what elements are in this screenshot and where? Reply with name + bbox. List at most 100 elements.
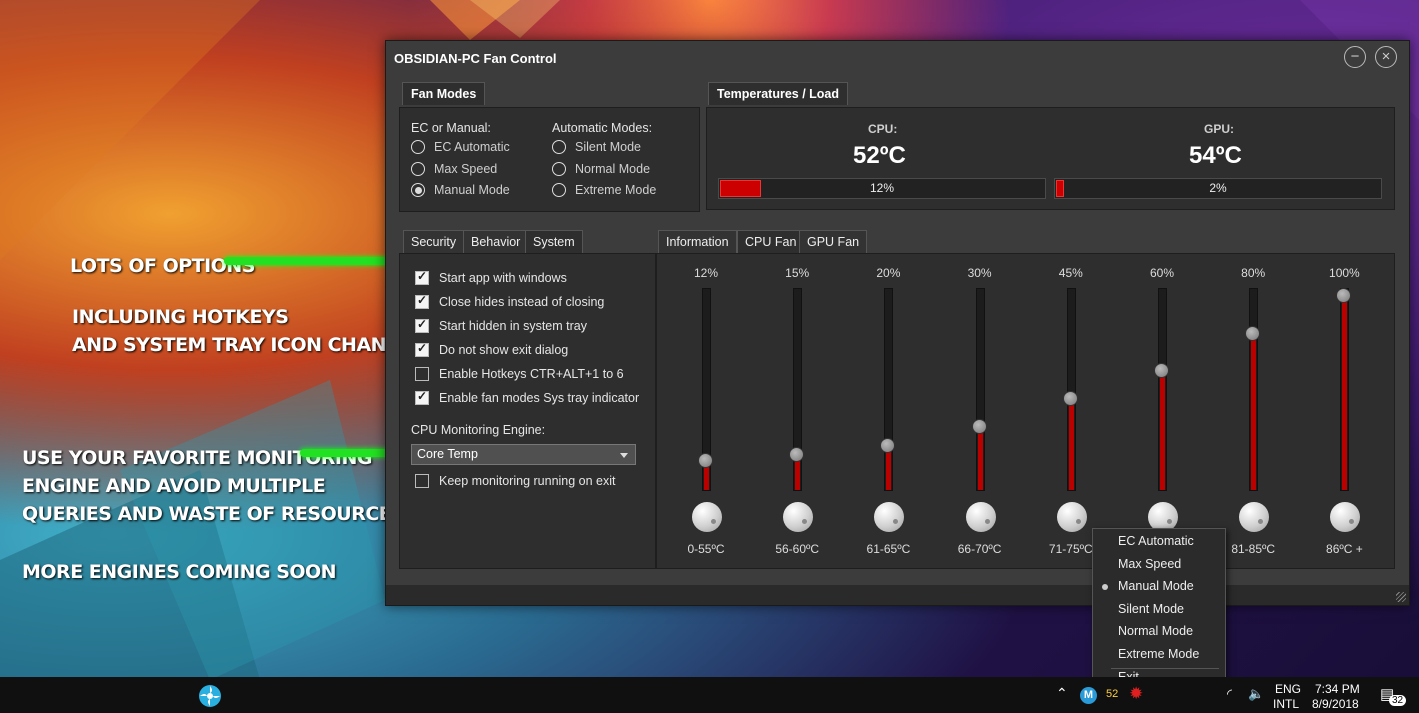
temperature-knob[interactable] <box>1330 502 1361 532</box>
notification-count-badge: 32 <box>1389 695 1407 706</box>
radio-circle-icon <box>552 183 566 197</box>
fan-speed-slider-fill <box>1068 398 1074 490</box>
checkbox-icon <box>415 269 429 285</box>
fan-speed-slider-thumb[interactable] <box>1154 363 1169 378</box>
fan-speed-percent: 20% <box>876 266 901 280</box>
radio-circle-icon <box>552 161 566 176</box>
auto-radio-normal-mode[interactable]: Normal Mode <box>552 161 650 176</box>
temperature-knob[interactable] <box>783 502 814 532</box>
cpu-load-bar: 12% <box>718 178 1046 199</box>
fan-app-icon[interactable] <box>198 684 222 708</box>
checkbox-close-hides-instead-of-closing[interactable]: Close hides instead of closing <box>415 293 604 309</box>
cpu-fan-curve-panel: 12% 0-55ºC 15% 56-60ºC 20% 61-65ºC 30% 66-70ºC 4… <box>656 253 1395 569</box>
cpu-label: CPU: <box>868 122 898 136</box>
fan-speed-slider-track[interactable] <box>1340 288 1350 491</box>
language-layout[interactable]: INTL <box>1273 697 1299 711</box>
temperatures-header: Temperatures / Load <box>708 82 849 105</box>
checkbox-start-app-with-windows[interactable]: Start app with windows <box>415 269 567 285</box>
temperature-knob[interactable] <box>874 502 905 532</box>
close-button[interactable]: × <box>1375 46 1397 68</box>
fan-modes-header: Fan Modes <box>402 82 486 105</box>
checkbox-label: Enable fan modes Sys tray indicator <box>439 391 640 405</box>
selected-bullet-icon <box>1102 584 1108 591</box>
auto-radio-silent-mode[interactable]: Silent Mode <box>552 140 641 154</box>
fan-speed-slider-thumb[interactable] <box>971 419 987 435</box>
temperature-range-label: 56-60ºC <box>775 542 820 556</box>
window-title: OBSIDIAN-PC Fan Control <box>394 51 557 66</box>
cpu-monitoring-engine-value: Core Temp <box>417 447 478 461</box>
checkbox-enable-hotkeys-ctr-alt-1-to-6[interactable]: Enable Hotkeys CTR+ALT+1 to 6 <box>415 367 624 381</box>
ec-radio-ec-automatic[interactable]: EC Automatic <box>411 140 510 154</box>
wifi-icon[interactable]: ◜ <box>1227 686 1232 702</box>
fan-speed-slider-track[interactable] <box>884 288 894 491</box>
chevron-down-icon <box>620 453 628 458</box>
fan-speed-percent: 45% <box>1058 266 1083 280</box>
radio-circle-icon <box>552 140 566 154</box>
gear-icon[interactable]: ✹ <box>1129 684 1143 704</box>
fan-speed-slider-track[interactable] <box>1066 288 1076 491</box>
callout-options-line-3: and system tray icon change <box>72 334 414 356</box>
language-code[interactable]: ENG <box>1275 682 1301 696</box>
radio-circle-icon <box>411 161 425 176</box>
checkbox-start-hidden-in-system-tray[interactable]: Start hidden in system tray <box>415 317 587 333</box>
temperature-knob[interactable] <box>692 502 722 532</box>
keep-monitoring-checkbox[interactable]: Keep monitoring running on exit <box>415 474 616 488</box>
temperature-knob[interactable] <box>965 502 996 532</box>
callout-engine-line-4: More engines coming soon <box>22 561 337 583</box>
context-menu-silent-mode[interactable]: Silent Mode <box>1118 602 1184 616</box>
ec-radio-manual-mode[interactable]: Manual Mode <box>411 183 510 197</box>
context-menu-extreme-mode[interactable]: Extreme Mode <box>1118 647 1199 661</box>
callout-engine-line-3: queries and waste of resources <box>22 503 405 525</box>
temperature-knob[interactable] <box>1056 502 1087 532</box>
fan-speed-percent: 60% <box>1149 266 1175 280</box>
checkbox-label: Enable Hotkeys CTR+ALT+1 to 6 <box>439 367 624 381</box>
clock-time[interactable]: 7:34 PM <box>1315 682 1360 696</box>
temperatures-panel: CPU: 52ºC 12% GPU: 54ºC 2% <box>706 107 1395 210</box>
checkbox-do-not-show-exit-dialog[interactable]: Do not show exit dialog <box>415 341 569 357</box>
green-pointer-line-options <box>224 257 409 265</box>
tab-behavior[interactable]: Behavior <box>463 230 529 253</box>
ec-or-manual-label: EC or Manual: <box>411 121 491 135</box>
volume-icon[interactable]: 🔈 <box>1248 686 1264 702</box>
automatic-modes-label: Automatic Modes: <box>552 121 653 135</box>
tab-information[interactable]: Information <box>658 230 737 253</box>
system-settings-panel: Start app with windows Close hides instea… <box>399 253 656 569</box>
checkbox-icon <box>415 474 429 488</box>
fan-speed-slider-thumb[interactable] <box>1245 325 1261 341</box>
context-menu-manual-mode[interactable]: Manual Mode <box>1118 579 1194 593</box>
tab-gpu-fan[interactable]: GPU Fan <box>799 230 868 253</box>
context-menu-max-speed[interactable]: Max Speed <box>1118 557 1181 571</box>
fan-speed-slider-track[interactable] <box>1249 288 1259 491</box>
gpu-load-bar: 2% <box>1054 178 1382 199</box>
gpu-temp-value: 54ºC <box>1189 142 1242 169</box>
fan-speed-slider-thumb[interactable] <box>1062 391 1078 407</box>
minimize-button[interactable]: − <box>1344 46 1366 68</box>
tab-system[interactable]: System <box>525 230 583 255</box>
fan-speed-slider-thumb[interactable] <box>698 453 713 468</box>
tray-m-icon[interactable]: M <box>1080 687 1097 704</box>
fan-speed-slider-track[interactable] <box>1158 288 1167 491</box>
tray-temp-indicator[interactable]: 52 <box>1106 688 1118 700</box>
ec-radio-max-speed[interactable]: Max Speed <box>411 161 497 176</box>
cpu-monitoring-engine-select[interactable]: Core Temp <box>411 444 636 465</box>
fan-speed-percent: 30% <box>967 266 992 280</box>
chevron-up-icon[interactable]: ⌃ <box>1056 685 1068 702</box>
fan-speed-slider-track[interactable] <box>975 288 985 491</box>
checkbox-enable-fan-modes-sys-tray-indicator[interactable]: Enable fan modes Sys tray indicator <box>415 389 640 405</box>
checkbox-icon <box>415 293 429 309</box>
resize-grip[interactable] <box>1396 592 1406 602</box>
temperature-knob[interactable] <box>1239 502 1270 532</box>
tab-cpu-fan[interactable]: CPU Fan <box>737 230 805 255</box>
auto-radio-extreme-mode[interactable]: Extreme Mode <box>552 183 656 197</box>
context-menu-ec-automatic[interactable]: EC Automatic <box>1118 534 1194 548</box>
radio-label: EC Automatic <box>434 140 510 154</box>
clock-date[interactable]: 8/9/2018 <box>1312 697 1359 711</box>
gpu-load-text: 2% <box>1209 181 1227 195</box>
fan-speed-slider-fill <box>1160 370 1165 490</box>
tab-security[interactable]: Security <box>403 230 465 253</box>
checkbox-label: Do not show exit dialog <box>439 343 569 357</box>
temperature-range-label: 0-55ºC <box>687 542 725 556</box>
context-menu-normal-mode[interactable]: Normal Mode <box>1118 624 1193 638</box>
cpu-temp-value: 52ºC <box>853 142 906 169</box>
checkbox-icon <box>415 317 429 333</box>
